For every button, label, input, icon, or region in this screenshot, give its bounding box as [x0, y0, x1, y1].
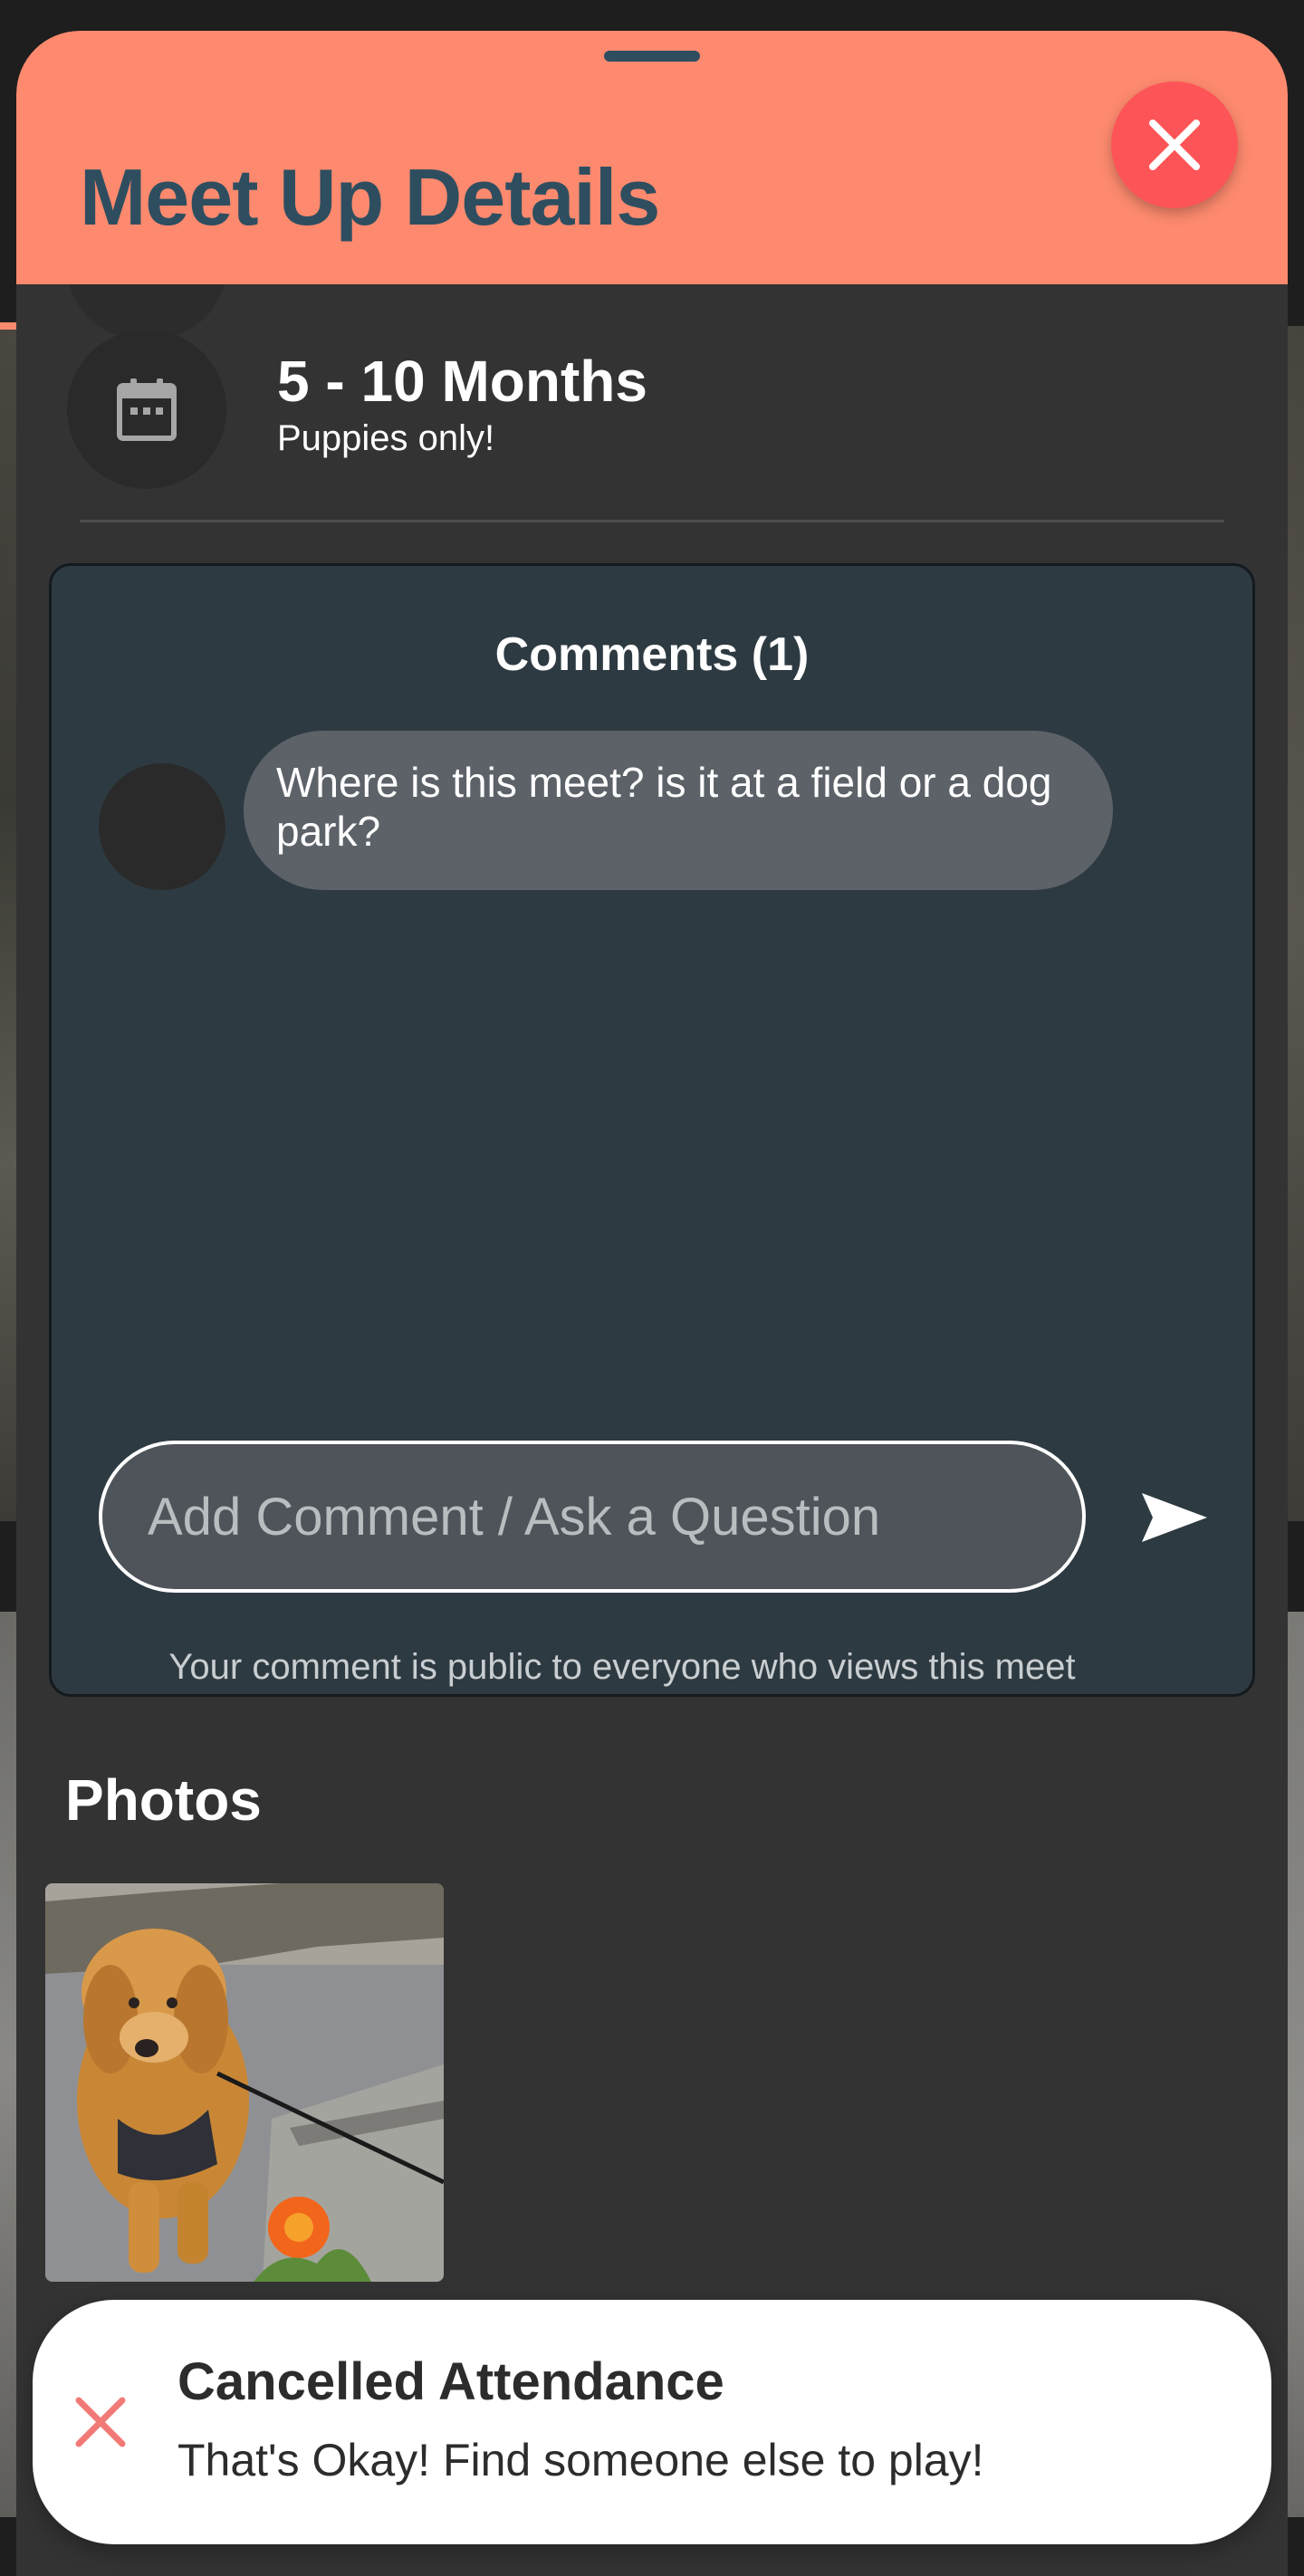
calendar-icon [117, 378, 177, 441]
comments-panel: Comments (1) Where is this meet? is it a… [49, 563, 1255, 1697]
background-strip-left [0, 326, 16, 1521]
photos-title: Photos [65, 1767, 262, 1833]
toast-message: That's Okay! Find someone else to play! [177, 2435, 984, 2485]
page-title: Meet Up Details [80, 152, 660, 242]
cancelled-attendance-toast: Cancelled Attendance That's Okay! Find s… [33, 2300, 1271, 2544]
section-divider [80, 520, 1224, 522]
meetup-details-sheet: Meet Up Details 5 - 10 Months Puppies on… [16, 31, 1288, 2576]
x-icon [75, 2397, 126, 2447]
background-strip-left-lower [0, 1612, 16, 2517]
sheet-header: Meet Up Details [16, 31, 1288, 284]
toast-title: Cancelled Attendance [177, 2352, 724, 2411]
drag-handle[interactable] [604, 51, 700, 62]
comment-bubble: Where is this meet? is it at a field or … [244, 731, 1113, 890]
comment-visibility-note: Your comment is public to everyone who v… [168, 1647, 1076, 1687]
background-strip-right [1288, 326, 1304, 1521]
age-range-subtitle: Puppies only! [277, 418, 495, 458]
comment-input[interactable]: Add Comment / Ask a Question [99, 1441, 1086, 1593]
age-icon-circle [67, 330, 226, 489]
puppy-photo-image [45, 1883, 444, 2282]
toast-status-icon [69, 2390, 132, 2454]
photo-thumbnail[interactable] [45, 1883, 444, 2282]
age-range-title: 5 - 10 Months [277, 349, 647, 414]
send-icon [1142, 1493, 1207, 1542]
close-button[interactable] [1111, 81, 1238, 208]
background-strip-right-lower [1288, 1612, 1304, 2517]
send-button[interactable] [1138, 1486, 1211, 1549]
close-icon [1149, 120, 1200, 170]
comments-title: Comments (1) [494, 628, 810, 681]
comment-input-placeholder: Add Comment / Ask a Question [148, 1487, 881, 1547]
avatar[interactable] [99, 763, 225, 890]
